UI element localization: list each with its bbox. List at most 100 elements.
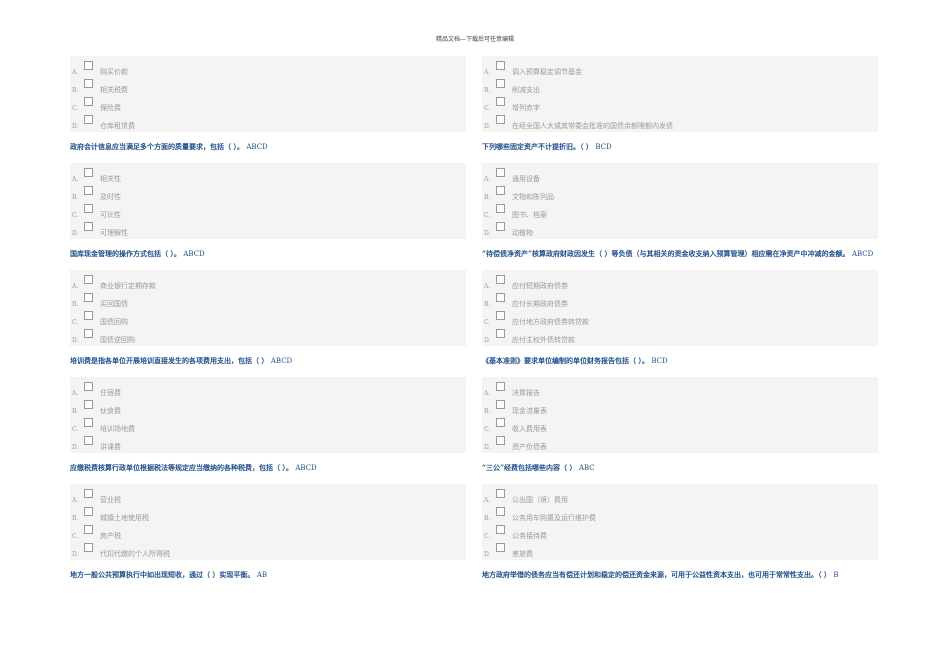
option-checkbox[interactable] (496, 382, 505, 391)
option-label: 公务接待费 (512, 532, 547, 540)
option-checkbox[interactable] (496, 115, 505, 124)
option-row[interactable]: A. 住宿费 (70, 381, 466, 399)
option-row[interactable]: B. 相关税费 (70, 78, 466, 96)
option-row[interactable]: B. 及时性 (70, 185, 466, 203)
option-row[interactable]: D. 讲课费 (70, 435, 466, 453)
option-row[interactable]: B. 削减支出 (482, 78, 878, 96)
option-row[interactable]: C. 公务接待费 (482, 524, 878, 542)
option-checkbox[interactable] (496, 418, 505, 427)
option-label: 国债逆回购 (100, 336, 135, 344)
option-checkbox[interactable] (496, 204, 505, 213)
option-row[interactable]: D. 在经全国人大或其常委会批准的国债余额限额内发债 (482, 114, 878, 132)
option-letter: B. (72, 408, 79, 415)
option-row[interactable]: C. 房产税 (70, 524, 466, 542)
option-checkbox[interactable] (84, 61, 93, 70)
option-checkbox[interactable] (84, 97, 93, 106)
option-row[interactable]: B. 伙食费 (70, 399, 466, 417)
option-checkbox[interactable] (84, 489, 93, 498)
option-checkbox[interactable] (84, 293, 93, 302)
option-checkbox[interactable] (84, 311, 93, 320)
option-row[interactable]: C. 国债回购 (70, 310, 466, 328)
option-row[interactable]: C. 应付地方政府债券转贷款 (482, 310, 878, 328)
option-checkbox[interactable] (84, 543, 93, 552)
option-row[interactable]: B. 公务用车购置及运行维护费 (482, 506, 878, 524)
option-checkbox[interactable] (84, 115, 93, 124)
option-row[interactable]: C. 保险费 (70, 96, 466, 114)
options-group: A. 相关性 B. 及时性 C. 可比性 D. 可理解性 (70, 163, 466, 239)
option-checkbox[interactable] (496, 525, 505, 534)
option-letter: A. (484, 390, 491, 397)
option-row[interactable]: C. 增列赤字 (482, 96, 878, 114)
option-row[interactable]: A. 营业税 (70, 488, 466, 506)
option-row[interactable]: B. 买回国债 (70, 292, 466, 310)
option-row[interactable]: A. 通用设备 (482, 167, 878, 185)
option-label: 应付主权外债转贷款 (512, 336, 575, 344)
option-checkbox[interactable] (84, 275, 93, 284)
option-letter: D. (72, 337, 79, 344)
option-row[interactable]: D. 动植物 (482, 221, 878, 239)
question-stem: 培训费是指各单位开展培训直接发生的各项费用支出，包括（ ） (70, 356, 271, 365)
option-row[interactable]: B. 应付长期政府债券 (482, 292, 878, 310)
option-row[interactable]: A. 应付短期政府债券 (482, 274, 878, 292)
option-row[interactable]: D. 差旅费 (482, 542, 878, 560)
option-checkbox[interactable] (496, 168, 505, 177)
option-row[interactable]: D. 资产负债表 (482, 435, 878, 453)
answer-key: AB (256, 571, 268, 579)
option-row[interactable]: D. 国债逆回购 (70, 328, 466, 346)
option-row[interactable]: A. 相关性 (70, 167, 466, 185)
question-text: 地方政府举借的债务应当有偿还计划和稳定的偿还资金来源，可用于公益性资本支出，也可… (482, 560, 878, 581)
option-checkbox[interactable] (84, 507, 93, 516)
option-letter: B. (72, 301, 79, 308)
option-row[interactable]: B. 现金流量表 (482, 399, 878, 417)
option-checkbox[interactable] (84, 79, 93, 88)
option-label: 动植物 (512, 229, 533, 237)
option-checkbox[interactable] (496, 97, 505, 106)
option-checkbox[interactable] (496, 186, 505, 195)
option-checkbox[interactable] (84, 168, 93, 177)
option-row[interactable]: A. 公出国（境）费用 (482, 488, 878, 506)
option-checkbox[interactable] (84, 382, 93, 391)
option-row[interactable]: B. 城镇土地使用税 (70, 506, 466, 524)
option-row[interactable]: B. 文物和陈列品 (482, 185, 878, 203)
option-checkbox[interactable] (496, 543, 505, 552)
option-label: 可理解性 (100, 229, 128, 237)
option-row[interactable]: C. 可比性 (70, 203, 466, 221)
option-row[interactable]: C. 培训场地费 (70, 417, 466, 435)
option-checkbox[interactable] (84, 329, 93, 338)
option-checkbox[interactable] (496, 436, 505, 445)
option-checkbox[interactable] (84, 204, 93, 213)
option-row[interactable]: C. 收入费用表 (482, 417, 878, 435)
option-row[interactable]: A. 购买价款 (70, 60, 466, 78)
option-checkbox[interactable] (496, 61, 505, 70)
option-checkbox[interactable] (496, 311, 505, 320)
option-label: 公务用车购置及运行维护费 (512, 514, 596, 522)
option-checkbox[interactable] (84, 400, 93, 409)
option-checkbox[interactable] (84, 222, 93, 231)
option-checkbox[interactable] (496, 507, 505, 516)
option-checkbox[interactable] (496, 293, 505, 302)
option-row[interactable]: D. 代扣代缴的个人所得税 (70, 542, 466, 560)
option-row[interactable]: A. 调入预算稳定调节基金 (482, 60, 878, 78)
option-checkbox[interactable] (496, 275, 505, 284)
option-checkbox[interactable] (84, 186, 93, 195)
option-checkbox[interactable] (496, 79, 505, 88)
option-row[interactable]: A. 决算报告 (482, 381, 878, 399)
answer-key: ABCD (295, 464, 317, 472)
answer-key: B (833, 571, 839, 579)
option-checkbox[interactable] (84, 418, 93, 427)
option-checkbox[interactable] (496, 329, 505, 338)
option-checkbox[interactable] (496, 400, 505, 409)
option-row[interactable]: D. 可理解性 (70, 221, 466, 239)
option-checkbox[interactable] (496, 222, 505, 231)
option-checkbox[interactable] (496, 489, 505, 498)
option-row[interactable]: D. 应付主权外债转贷款 (482, 328, 878, 346)
option-checkbox[interactable] (84, 525, 93, 534)
option-letter: C. (72, 212, 79, 219)
option-row[interactable]: D. 仓库租赁费 (70, 114, 466, 132)
option-label: 房产税 (100, 532, 121, 540)
option-row[interactable]: A. 商业银行定期存款 (70, 274, 466, 292)
option-letter: C. (484, 105, 491, 112)
option-label: 削减支出 (512, 86, 540, 94)
option-checkbox[interactable] (84, 436, 93, 445)
option-row[interactable]: C. 图书、档案 (482, 203, 878, 221)
